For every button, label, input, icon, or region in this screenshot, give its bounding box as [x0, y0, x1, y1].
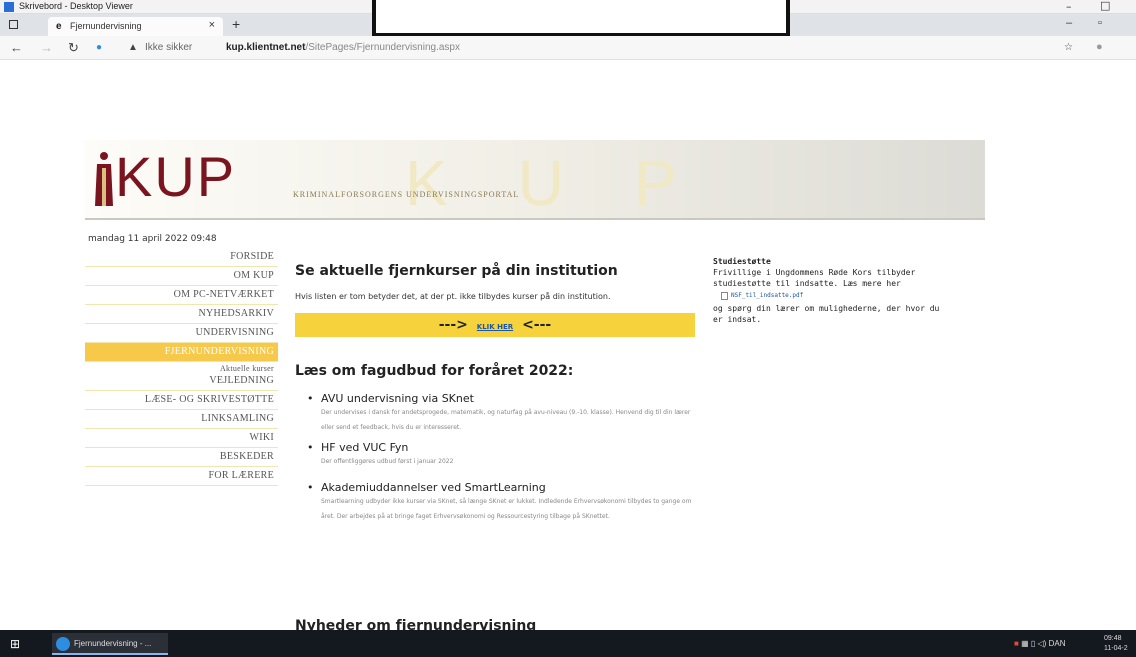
tab-actions-icon[interactable]	[9, 20, 18, 29]
web-page: KUP KUP KRIMINALFORSORGENS UNDERVISNINGS…	[0, 60, 1136, 630]
maximize-button[interactable]: □	[1100, 0, 1110, 12]
url-field[interactable]: kup.klientnet.net/SitePages/Fjernundervi…	[226, 42, 460, 53]
clock-time: 09:48	[1104, 635, 1122, 642]
windows-start-icon[interactable]: ⊞	[10, 637, 20, 651]
new-tab-button[interactable]: +	[232, 16, 240, 32]
course-title: Akademiuddannelser ved SmartLearning	[307, 481, 695, 494]
desktop-viewer-icon	[4, 2, 14, 12]
list-item: Akademiuddannelser ved SmartLearning Sma…	[307, 481, 695, 524]
nyheder-heading: Nyheder om fjernundervisning	[295, 618, 537, 630]
browser-restore-button[interactable]: ▫	[1098, 17, 1102, 29]
nav-fjernundervisning[interactable]: FJERNUNDERVISNING	[85, 343, 278, 362]
address-bar: ← → ↻ ● ▲ Ikke sikker kup.klientnet.net/…	[0, 36, 1136, 60]
studiestoette-text: Frivillige i Ungdommens Røde Kors tilbyd…	[713, 268, 916, 288]
studiestoette-text-2: og spørg din lærer om mulighederne, der …	[713, 304, 940, 324]
nav-for-laerere[interactable]: FOR LÆRERE	[85, 467, 278, 486]
kup-logo-figure-icon	[95, 152, 113, 206]
banner-ghost-letters: KUP	[405, 147, 747, 219]
forward-icon[interactable]: →	[40, 40, 53, 55]
tab-title: Fjernundervisning	[70, 21, 142, 31]
nav-om-kup[interactable]: OM KUP	[85, 267, 278, 286]
studiestoette-panel: Studiestøtte Frivillige i Ungdommens Rød…	[713, 256, 953, 325]
main-content: Se aktuelle fjernkurser på din instituti…	[295, 260, 695, 530]
pdf-link-label[interactable]: NSF_til_indsatte.pdf	[731, 290, 803, 301]
clock[interactable]: 09:48 11-04-2	[1104, 634, 1128, 654]
edge-home-icon[interactable]: ●	[96, 42, 102, 53]
nav-vejledning[interactable]: VEJLEDNING	[85, 374, 278, 391]
browser-minimize-button[interactable]: –	[1066, 17, 1072, 29]
network-icon[interactable]: ▦	[1021, 639, 1029, 648]
nav-om-pc-netvaerket[interactable]: OM PC-NETVÆRKET	[85, 286, 278, 305]
url-path: /SitePages/Fjernundervisning.aspx	[305, 42, 460, 53]
list-item: AVU undervisning via SKnet Der undervise…	[307, 392, 695, 435]
volume-icon[interactable]: ◁)	[1038, 639, 1047, 648]
tab-fjernundervisning[interactable]: e Fjernundervisning ×	[48, 17, 223, 36]
klik-arrow-right: <---	[522, 317, 552, 333]
system-tray[interactable]: ■ ▦ ▯ ◁) DAN	[1014, 639, 1065, 648]
close-tab-icon[interactable]: ×	[209, 19, 215, 31]
taskbar-app-button[interactable]: Fjernundervisning - ...	[52, 633, 168, 655]
edge-icon	[56, 637, 70, 651]
tray-app-icon[interactable]: ■	[1014, 639, 1019, 648]
favorites-icon[interactable]: ☆	[1064, 42, 1073, 53]
nav-laese-skrivestoette[interactable]: LÆSE- OG SKRIVESTØTTE	[85, 391, 278, 410]
minimize-button[interactable]: –	[1066, 0, 1072, 13]
nav-forside[interactable]: FORSIDE	[85, 248, 278, 267]
taskbar-app-label: Fjernundervisning - ...	[74, 639, 152, 648]
banner-tagline: KRIMINALFORSORGENS UNDERVISNINGSPORTAL	[293, 190, 520, 199]
course-title: HF ved VUC Fyn	[307, 441, 695, 454]
studiestoette-heading: Studiestøtte	[713, 257, 771, 266]
course-title: AVU undervisning via SKnet	[307, 392, 695, 405]
taskbar: ⊞ Fjernundervisning - ... ■ ▦ ▯ ◁) DAN 0…	[0, 630, 1136, 657]
empty-list-note: Hvis listen er tom betyder det, at der p…	[295, 292, 611, 301]
course-description: Der offentliggøres udbud først i januar …	[321, 458, 454, 465]
nav-linksamling[interactable]: LINKSAMLING	[85, 410, 278, 429]
nav-aktuelle-kurser[interactable]: Aktuelle kurser	[85, 362, 278, 374]
course-description: Der undervises i dansk for andetsprogede…	[321, 409, 691, 431]
nav-wiki[interactable]: WIKI	[85, 429, 278, 448]
refresh-icon[interactable]: ↻	[68, 40, 79, 56]
nav-undervisning[interactable]: UNDERVISNING	[85, 324, 278, 343]
course-list: AVU undervisning via SKnet Der undervise…	[295, 392, 695, 524]
language-indicator[interactable]: DAN	[1049, 639, 1066, 648]
klik-her-link[interactable]: KLIK HER	[477, 323, 513, 331]
klik-her-banner: ---> KLIK HER <---	[295, 313, 695, 337]
fagudbud-heading: Læs om fagudbud for foråret 2022:	[295, 363, 574, 379]
kup-banner: KUP KUP KRIMINALFORSORGENS UNDERVISNINGS…	[85, 140, 985, 220]
pdf-link[interactable]: NSF_til_indsatte.pdf	[721, 290, 953, 301]
url-host: kup.klientnet.net	[226, 42, 306, 53]
klik-arrow-left: --->	[438, 317, 468, 333]
edge-icon: e	[56, 21, 62, 32]
warning-icon: ▲	[128, 42, 138, 53]
outer-window-title: Skrivebord - Desktop Viewer	[19, 1, 133, 11]
page-heading: Se aktuelle fjernkurser på din instituti…	[295, 263, 618, 279]
document-icon	[721, 291, 728, 300]
nav-nyhedsarkiv[interactable]: NYHEDSARKIV	[85, 305, 278, 324]
list-item: HF ved VUC Fyn Der offentliggøres udbud …	[307, 441, 695, 469]
left-navigation: FORSIDE OM KUP OM PC-NETVÆRKET NYHEDSARK…	[85, 248, 278, 486]
back-icon[interactable]: ←	[10, 40, 23, 55]
battery-icon[interactable]: ▯	[1031, 639, 1035, 648]
course-description: Smartlearning udbyder ikke kurser via SK…	[321, 498, 692, 520]
nav-beskeder[interactable]: BESKEDER	[85, 448, 278, 467]
remote-toolbar-frame	[372, 0, 790, 37]
kup-logo[interactable]: KUP	[115, 144, 236, 209]
clock-date: 11-04-2	[1104, 645, 1128, 652]
datestamp: mandag 11 april 2022 09:48	[88, 234, 217, 244]
security-label[interactable]: Ikke sikker	[145, 42, 192, 53]
profile-icon[interactable]: ●	[1096, 41, 1103, 53]
